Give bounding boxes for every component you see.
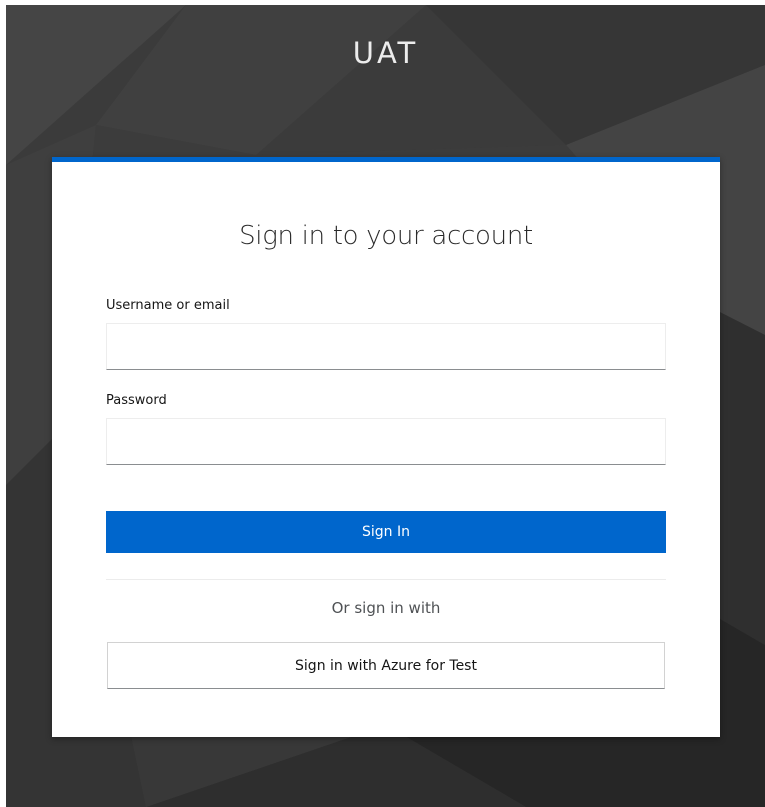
password-input[interactable] (106, 418, 666, 465)
social-separator-text: Or sign in with (331, 599, 441, 617)
password-label: Password (106, 393, 167, 408)
login-page: UAT Sign in to your account Username or … (6, 5, 765, 807)
page-title: Sign in to your account (239, 221, 533, 251)
divider (106, 579, 666, 580)
azure-sign-in-button[interactable]: Sign in with Azure for Test (107, 642, 665, 689)
username-label: Username or email (106, 298, 230, 313)
realm-title: UAT (352, 36, 419, 70)
username-input[interactable] (106, 323, 666, 370)
login-card: Sign in to your account Username or emai… (52, 157, 720, 737)
sign-in-button[interactable]: Sign In (106, 511, 666, 553)
